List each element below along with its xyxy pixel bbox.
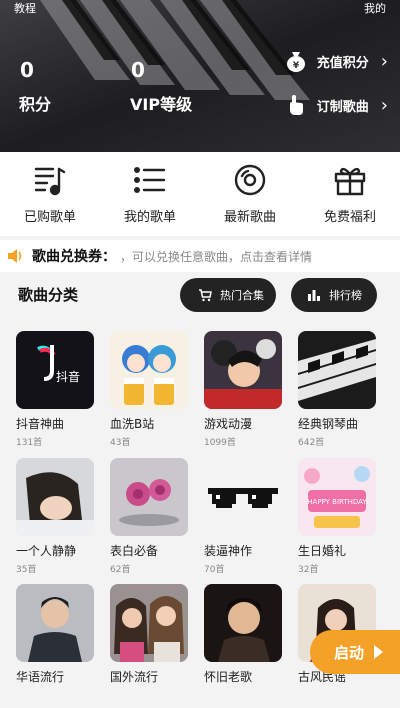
douyin-thumbnail: 抖音	[16, 331, 94, 409]
lonely-girl-thumbnail	[16, 458, 94, 536]
category-name: 经典钢琴曲	[298, 417, 359, 431]
order-song-label: 订制歌曲	[316, 99, 369, 115]
ranking-label: 排行榜	[329, 289, 362, 302]
points-label: 积分	[19, 95, 52, 114]
section-title: 歌曲分类	[18, 286, 79, 304]
category-tile[interactable]: 血洗B站 43首	[110, 331, 190, 448]
category-count: 43首	[110, 438, 131, 448]
mine-link[interactable]: 我的	[364, 0, 386, 16]
birthday-balloons-thumbnail: HAPPY BIRTHDAY	[298, 458, 376, 536]
category-name: 一个人静静	[16, 544, 77, 558]
hot-collection-label: 热门合集	[220, 289, 264, 302]
category-tile[interactable]: 游戏动漫 1099首	[204, 331, 284, 448]
quicknav-label: 已购歌单	[23, 210, 76, 225]
category-name: 装逼神作	[204, 544, 253, 558]
list-icon	[132, 162, 168, 198]
play-arrow-icon	[374, 645, 384, 659]
vip-value: 0	[131, 58, 145, 82]
piano-keys-thumbnail	[298, 331, 376, 409]
quicknav-purchased-songlist[interactable]: 已购歌单	[0, 152, 100, 236]
disc-icon	[232, 162, 268, 198]
roses-thumbnail	[110, 458, 188, 536]
anime-cheers-thumbnail	[110, 331, 188, 409]
category-name: 表白必备	[110, 544, 159, 558]
order-song-button[interactable]: 订制歌曲 ›	[285, 92, 388, 118]
profile-header: 教程 我的 0 积分 0 VIP等级 ¥ 充值积分 › 订制歌曲 ›	[0, 0, 400, 152]
ranking-button[interactable]: 排行榜	[291, 278, 377, 312]
exchange-coupon-banner[interactable]: 歌曲兑换券： ，可以兑换任意歌曲，点击查看详情	[0, 240, 400, 272]
two-women-thumbnail	[110, 584, 188, 662]
category-tile[interactable]: 怀旧老歌	[204, 584, 284, 685]
category-tile[interactable]: 装逼神作 70首	[204, 458, 284, 575]
banner-text: ，可以兑换任意歌曲，点击查看详情	[120, 249, 313, 264]
pixel-sunglasses-thumbnail	[204, 458, 282, 536]
chevron-right-icon: ›	[380, 94, 388, 116]
bar-chart-icon	[308, 290, 320, 301]
piano-background-image	[0, 0, 400, 152]
vip-label: VIP等级	[130, 95, 193, 114]
tutorial-link[interactable]: 教程	[14, 0, 36, 16]
birthday-text: HAPPY BIRTHDAY	[307, 498, 367, 506]
quicknav-label: 最新歌曲	[223, 210, 276, 225]
category-tile[interactable]: 国外流行	[110, 584, 190, 685]
category-count: 70首	[204, 565, 225, 575]
money-bag-icon: ¥	[285, 50, 307, 72]
recharge-points-label: 充值积分	[316, 55, 369, 71]
category-tile[interactable]: 抖音 抖音神曲 131首	[16, 331, 96, 448]
retro-singer-thumbnail	[204, 584, 282, 662]
quick-nav: 已购歌单 我的歌单 最新歌曲 免费福利	[0, 152, 400, 236]
recharge-points-button[interactable]: ¥ 充值积分 ›	[285, 48, 388, 74]
banner-title: 歌曲兑换券：	[32, 249, 116, 265]
category-name: 生日婚礼	[298, 544, 347, 558]
speaker-icon	[8, 249, 22, 263]
category-name: 游戏动漫	[204, 417, 253, 431]
category-count: 35首	[16, 565, 37, 575]
quicknav-label: 免费福利	[323, 210, 376, 225]
hot-collection-button[interactable]: 热门合集	[180, 278, 276, 312]
start-button[interactable]: 启动	[310, 630, 400, 674]
quicknav-free-benefits[interactable]: 免费福利	[300, 152, 400, 236]
hand-tap-icon	[285, 94, 307, 116]
category-count: 1099首	[204, 438, 236, 448]
anime-characters-thumbnail	[204, 331, 282, 409]
category-count: 32首	[298, 565, 319, 575]
male-singer-thumbnail	[16, 584, 94, 662]
category-name: 抖音神曲	[16, 417, 65, 431]
points-value: 0	[20, 58, 34, 82]
douyin-logo-text: 抖音	[56, 369, 80, 384]
category-count: 131首	[16, 438, 43, 448]
category-name: 怀旧老歌	[204, 670, 253, 684]
category-count: 642首	[298, 438, 325, 448]
category-name: 血洗B站	[110, 417, 155, 431]
category-tile[interactable]: 表白必备 62首	[110, 458, 190, 575]
cart-icon	[199, 289, 212, 302]
purchased-music-icon	[32, 162, 68, 198]
category-tile[interactable]: 经典钢琴曲 642首	[298, 331, 378, 448]
category-count: 62首	[110, 565, 131, 575]
category-name: 国外流行	[110, 670, 159, 684]
gift-icon	[332, 162, 368, 198]
start-button-label: 启动	[334, 643, 365, 662]
category-name: 华语流行	[16, 670, 65, 684]
quicknav-label: 我的歌单	[123, 210, 176, 225]
category-tile[interactable]: 一个人静静 35首	[16, 458, 96, 575]
chevron-right-icon: ›	[380, 50, 388, 72]
category-tile[interactable]: HAPPY BIRTHDAY 生日婚礼 32首	[298, 458, 378, 575]
quicknav-latest-songs[interactable]: 最新歌曲	[200, 152, 300, 236]
quicknav-my-songlist[interactable]: 我的歌单	[100, 152, 200, 236]
svg-text:¥: ¥	[293, 61, 300, 71]
category-tile[interactable]: 华语流行	[16, 584, 96, 685]
